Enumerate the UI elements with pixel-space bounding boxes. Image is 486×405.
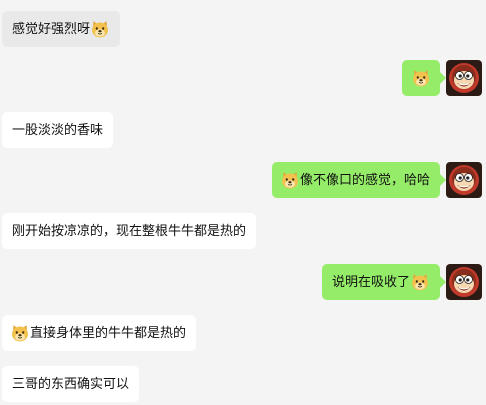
doge-emoji-icon [10, 323, 30, 343]
message-text: 感觉好强烈呀 [12, 21, 91, 37]
message-text: 像不像口的感觉，哈哈 [299, 172, 430, 188]
cartoon-monkey-avatar-icon [446, 264, 482, 300]
message-text: 三哥的东西确实可以 [12, 376, 130, 392]
message-bubble-incoming[interactable]: 刚开始按凉凉的，现在整根牛牛都是热的 [2, 213, 257, 249]
message-text: 一股淡淡的香味 [12, 122, 104, 138]
doge-emoji-icon [410, 272, 430, 292]
avatar-icon[interactable] [446, 162, 482, 198]
cartoon-monkey-avatar-icon [446, 162, 482, 198]
message-bubble-incoming[interactable]: 一股淡淡的香味 [2, 112, 114, 148]
message-bubble-incoming[interactable]: 三哥的东西确实可以 [2, 366, 140, 402]
message-bubble-outgoing[interactable] [402, 60, 446, 96]
message-text: 刚开始按凉凉的，现在整根牛牛都是热的 [12, 223, 247, 239]
message-bubble-incoming[interactable]: 感觉好强烈呀 [2, 11, 121, 47]
message-bubble-outgoing[interactable]: 说明在吸收了 [321, 264, 447, 300]
avatar-icon[interactable] [446, 264, 482, 300]
doge-emoji-icon [280, 170, 300, 190]
doge-emoji-icon [411, 68, 431, 88]
avatar-icon[interactable] [446, 60, 482, 96]
message-bubble-incoming[interactable]: 直接身体里的牛牛都是热的 [2, 315, 197, 351]
cartoon-monkey-avatar-icon [446, 60, 482, 96]
message-bubble-outgoing[interactable]: 像不像口的感觉，哈哈 [271, 162, 447, 198]
doge-emoji-icon [90, 19, 110, 39]
message-text: 直接身体里的牛牛都是热的 [30, 325, 187, 341]
message-text: 说明在吸收了 [331, 274, 410, 290]
